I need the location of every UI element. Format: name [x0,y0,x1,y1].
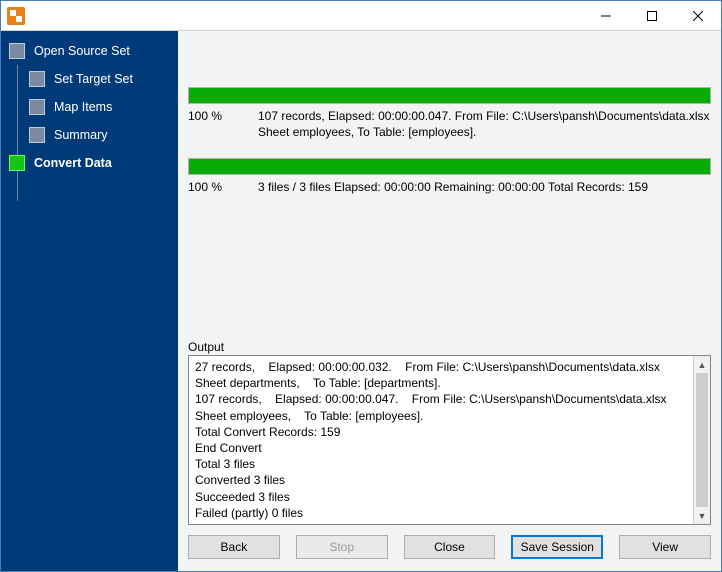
output-scrollbar[interactable]: ▲ ▼ [693,356,710,524]
window-controls [583,1,721,30]
scroll-up-icon[interactable]: ▲ [694,356,710,373]
step-label: Open Source Set [34,44,130,58]
titlebar [1,1,721,31]
main-panel: 100 % 107 records, Elapsed: 00:00:00.047… [178,31,721,571]
step-summary[interactable]: Summary [1,121,178,149]
step-map-items[interactable]: Map Items [1,93,178,121]
close-window-button[interactable] [675,1,721,30]
total-progress-details: 3 files / 3 files Elapsed: 00:00:00 Rema… [258,179,711,195]
step-node-icon [29,127,45,143]
output-box: 27 records, Elapsed: 00:00:00.032. From … [188,355,711,525]
back-button[interactable]: Back [188,535,280,559]
file-progress-percent: 100 % [188,108,258,140]
scroll-track[interactable] [694,373,710,507]
total-progress-bar [188,158,711,175]
view-button[interactable]: View [619,535,711,559]
stop-button: Stop [296,535,388,559]
step-open-source-set[interactable]: Open Source Set [1,37,178,65]
step-convert-data[interactable]: Convert Data [1,149,178,177]
output-label: Output [188,340,711,354]
file-progress-bar [188,87,711,104]
step-label: Map Items [54,100,112,114]
output-text[interactable]: 27 records, Elapsed: 00:00:00.032. From … [189,356,693,524]
step-set-target-set[interactable]: Set Target Set [1,65,178,93]
scroll-down-icon[interactable]: ▼ [694,507,710,524]
close-button[interactable]: Close [404,535,496,559]
save-session-button[interactable]: Save Session [511,535,603,559]
step-label: Set Target Set [54,72,133,86]
button-bar: Back Stop Close Save Session View [188,525,711,563]
step-label: Summary [54,128,107,142]
file-progress-details: 107 records, Elapsed: 00:00:00.047. From… [258,108,711,140]
step-node-icon [29,99,45,115]
step-node-icon [29,71,45,87]
total-progress-percent: 100 % [188,179,258,195]
step-label: Convert Data [34,156,112,170]
scroll-thumb[interactable] [696,373,708,507]
wizard-steps-sidebar: Open Source Set Set Target Set Map Items… [1,31,178,571]
file-progress-block: 100 % 107 records, Elapsed: 00:00:00.047… [188,87,711,140]
maximize-button[interactable] [629,1,675,30]
app-icon [7,7,25,25]
minimize-button[interactable] [583,1,629,30]
step-node-active-icon [9,155,25,171]
total-progress-block: 100 % 3 files / 3 files Elapsed: 00:00:0… [188,158,711,195]
step-node-icon [9,43,25,59]
